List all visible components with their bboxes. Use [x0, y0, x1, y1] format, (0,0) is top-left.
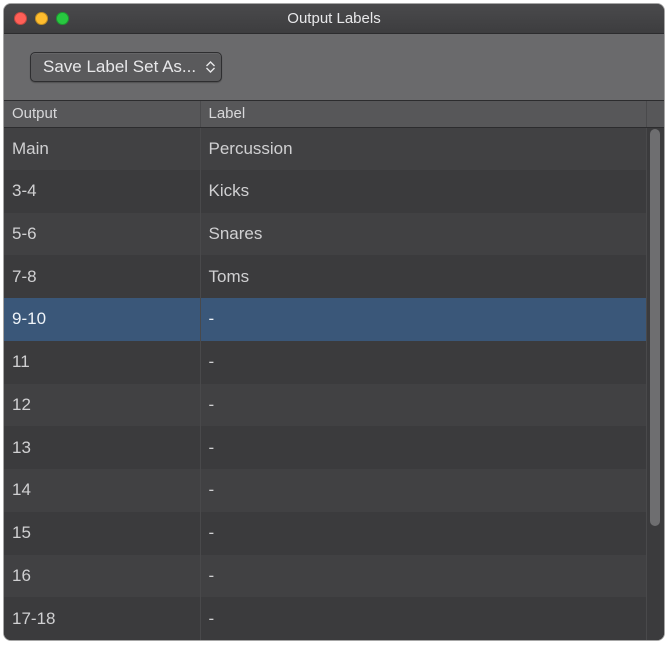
table-row[interactable]: 14-	[4, 469, 664, 512]
close-icon[interactable]	[14, 12, 27, 25]
table-row[interactable]: 5-6Snares	[4, 213, 664, 256]
table-row[interactable]: 12-	[4, 384, 664, 427]
output-cell[interactable]: Main	[4, 127, 200, 170]
label-cell[interactable]: -	[200, 469, 646, 512]
column-header-output[interactable]: Output	[4, 101, 200, 127]
table-row[interactable]: 15-	[4, 512, 664, 555]
label-set-popup-label: Save Label Set As...	[43, 57, 196, 77]
table-row[interactable]: 9-10-	[4, 298, 664, 341]
label-cell[interactable]: -	[200, 298, 646, 341]
table-row[interactable]: 17-18-	[4, 597, 664, 640]
window: Output Labels Save Label Set As... Outpu…	[4, 4, 664, 640]
table-row[interactable]: MainPercussion	[4, 127, 664, 170]
label-cell[interactable]: -	[200, 555, 646, 598]
zoom-icon[interactable]	[56, 12, 69, 25]
output-labels-table: Output Label MainPercussion3-4Kicks5-6Sn…	[4, 101, 664, 640]
label-cell[interactable]: -	[200, 512, 646, 555]
label-set-popup[interactable]: Save Label Set As...	[30, 52, 222, 82]
label-cell[interactable]: Toms	[200, 255, 646, 298]
label-cell[interactable]: Percussion	[200, 127, 646, 170]
label-cell[interactable]: -	[200, 384, 646, 427]
label-cell[interactable]: -	[200, 341, 646, 384]
popup-arrows-icon	[206, 61, 215, 73]
window-title: Output Labels	[4, 10, 664, 27]
minimize-icon[interactable]	[35, 12, 48, 25]
output-cell[interactable]: 3-4	[4, 170, 200, 213]
toolbar: Save Label Set As...	[4, 34, 664, 101]
output-cell[interactable]: 16	[4, 555, 200, 598]
output-cell[interactable]: 17-18	[4, 597, 200, 640]
column-header-spacer	[646, 101, 664, 127]
titlebar: Output Labels	[4, 4, 664, 34]
table-row[interactable]: 11-	[4, 341, 664, 384]
label-cell[interactable]: -	[200, 426, 646, 469]
table-row[interactable]: 3-4Kicks	[4, 170, 664, 213]
table-row[interactable]: 13-	[4, 426, 664, 469]
label-cell[interactable]: Snares	[200, 213, 646, 256]
table-container: Output Label MainPercussion3-4Kicks5-6Sn…	[4, 101, 664, 640]
vertical-scrollbar[interactable]	[648, 129, 662, 638]
column-header-label[interactable]: Label	[200, 101, 646, 127]
table-header-row: Output Label	[4, 101, 664, 127]
output-cell[interactable]: 13	[4, 426, 200, 469]
output-cell[interactable]: 12	[4, 384, 200, 427]
output-cell[interactable]: 7-8	[4, 255, 200, 298]
output-cell[interactable]: 5-6	[4, 213, 200, 256]
output-cell[interactable]: 15	[4, 512, 200, 555]
output-cell[interactable]: 11	[4, 341, 200, 384]
table-row[interactable]: 7-8Toms	[4, 255, 664, 298]
output-cell[interactable]: 14	[4, 469, 200, 512]
table-row[interactable]: 16-	[4, 555, 664, 598]
label-cell[interactable]: Kicks	[200, 170, 646, 213]
label-cell[interactable]: -	[200, 597, 646, 640]
scrollbar-thumb[interactable]	[650, 129, 660, 526]
output-cell[interactable]: 9-10	[4, 298, 200, 341]
traffic-lights	[4, 12, 69, 25]
